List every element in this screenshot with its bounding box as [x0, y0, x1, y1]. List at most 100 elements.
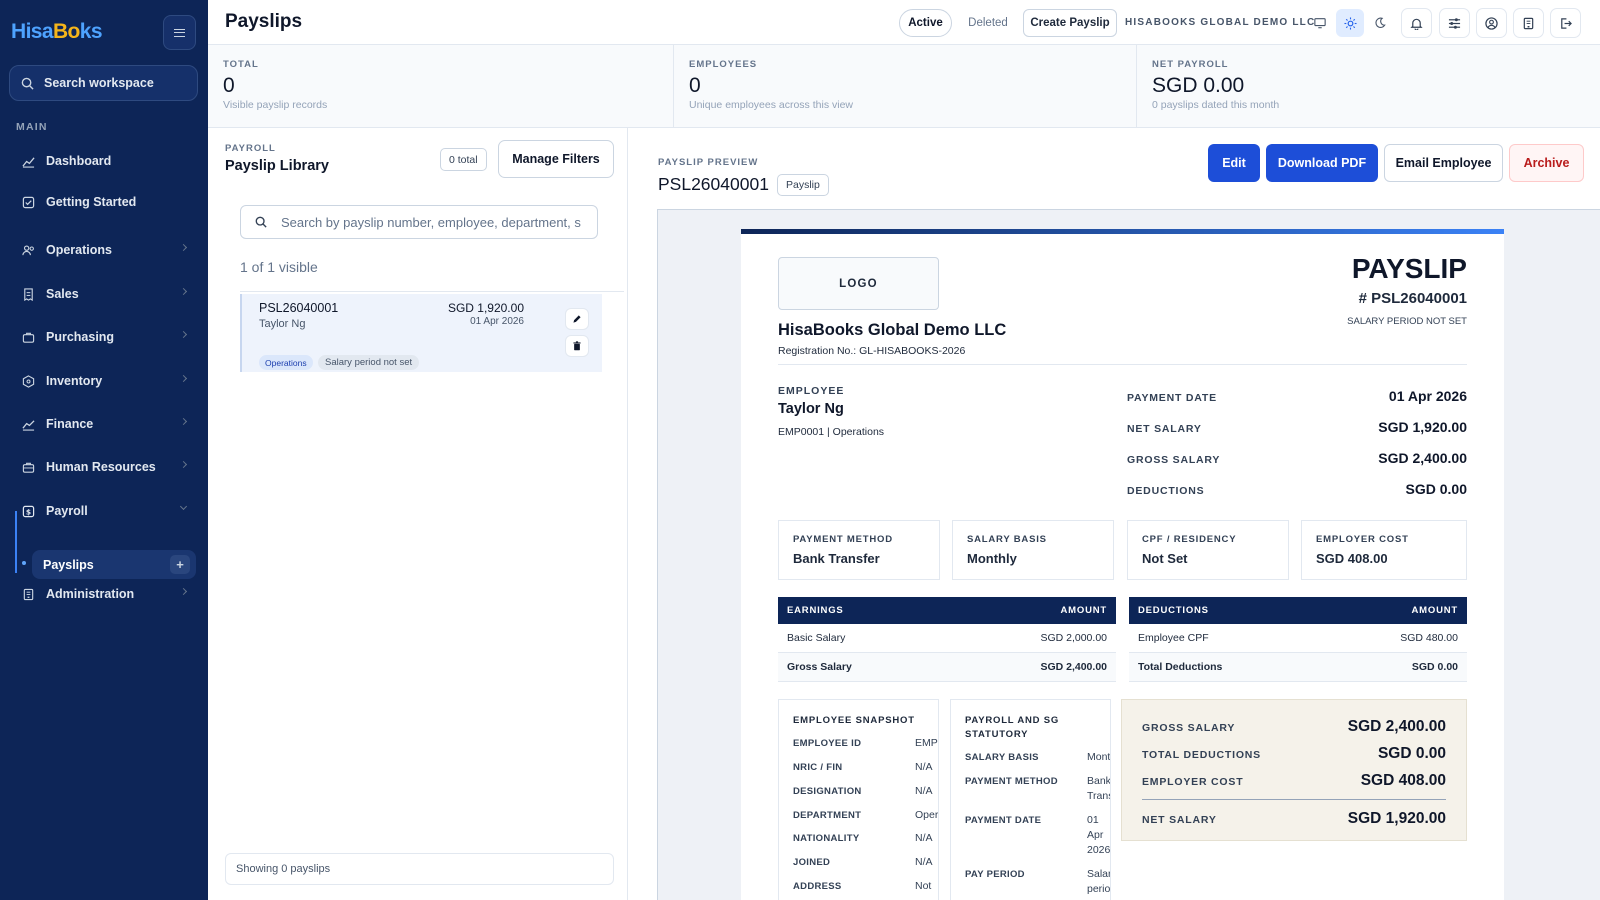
brand-logo[interactable]: HisaBoks	[11, 20, 103, 44]
notifications-button[interactable]	[1401, 8, 1432, 38]
workspace-search[interactable]: Search workspace	[9, 65, 198, 101]
row-value: SGD 0.00	[1405, 481, 1467, 497]
top-bar: Payslips Active Deleted Create Payslip H…	[208, 0, 1600, 45]
add-payslip-plus-button[interactable]: +	[170, 555, 190, 574]
download-pdf-button[interactable]: Download PDF	[1266, 144, 1378, 182]
stat-label: EMPLOYEES	[689, 59, 758, 70]
statutory-label: PAYMENT DATE	[965, 815, 1042, 826]
sidebar-item-inventory[interactable]: Inventory	[8, 364, 198, 398]
company-name: HISABOOKS GLOBAL DEMO LLC	[1125, 17, 1316, 28]
snapshot-value: Operations	[915, 809, 939, 821]
payslip-document: LOGO HisaBooks Global Demo LLC Registrat…	[741, 229, 1504, 900]
document-title: PAYSLIP	[1351, 253, 1467, 284]
archive-button[interactable]: Archive	[1509, 144, 1584, 182]
trash-icon	[573, 341, 581, 351]
briefcase-icon	[22, 462, 35, 473]
email-employee-button[interactable]: Email Employee	[1384, 144, 1503, 182]
preferences-button[interactable]	[1439, 8, 1470, 38]
employee-snapshot-card: EMPLOYEE SNAPSHOT EMPLOYEE ID EMP0001 NR…	[778, 699, 939, 900]
payslip-amount: SGD 1,920.00	[447, 301, 524, 315]
statutory-value: Bank Transfer	[1087, 775, 1111, 802]
list-divider	[240, 291, 624, 292]
box-label: PAYMENT METHOD	[793, 534, 893, 545]
chevron-right-icon	[179, 287, 188, 296]
logout-icon	[1561, 17, 1572, 29]
manage-filters-button[interactable]: Manage Filters	[498, 140, 614, 178]
sidebar-item-label: Purchasing	[46, 330, 115, 344]
create-payslip-button[interactable]: Create Payslip	[1023, 9, 1117, 37]
briefcase-icon	[22, 332, 35, 343]
sidebar-item-finance[interactable]: Finance	[8, 407, 198, 441]
sidebar-collapse-button[interactable]	[163, 15, 196, 50]
snapshot-label: NATIONALITY	[793, 833, 860, 844]
row-value: 01 Apr 2026	[1388, 388, 1467, 404]
card-title: EMPLOYEE SNAPSHOT	[793, 715, 915, 726]
stat-label: TOTAL	[223, 59, 259, 70]
search-icon	[255, 216, 267, 228]
payslip-preview-canvas[interactable]: LOGO HisaBooks Global Demo LLC Registrat…	[657, 209, 1600, 900]
logout-button[interactable]	[1550, 8, 1581, 38]
snapshot-value: Not	[915, 880, 932, 892]
summary-value: SGD 408.00	[1360, 772, 1446, 789]
summary-label: EMPLOYER COST	[1142, 776, 1244, 788]
filter-active-tab[interactable]: Active	[899, 9, 952, 37]
preview-type-badge: Payslip	[777, 174, 829, 196]
box-value: Bank Transfer	[793, 551, 880, 566]
salary-period-tag: Salary period not set	[318, 355, 420, 370]
row-label: PAYMENT DATE	[1127, 392, 1217, 404]
chart-line-icon	[22, 156, 35, 168]
snapshot-label: NRIC / FIN	[793, 762, 843, 773]
row-label: GROSS SALARY	[1127, 454, 1221, 466]
sidebar-item-payslips[interactable]: Payslips +	[32, 550, 196, 579]
sidebar-item-administration[interactable]: Administration	[8, 577, 198, 611]
summary-row: GROSS SALARY SGD 2,400.00	[1142, 718, 1446, 736]
filter-deleted-tab[interactable]: Deleted	[960, 9, 1016, 37]
theme-light-button[interactable]	[1336, 9, 1364, 37]
employee-label: EMPLOYEE	[778, 385, 845, 397]
summary-label: NET SALARY	[1142, 814, 1217, 826]
chevron-right-icon	[179, 374, 188, 383]
sidebar-item-purchasing[interactable]: Purchasing	[8, 320, 198, 354]
employee-code: EMP0001 | Operations	[778, 426, 885, 438]
pencil-icon	[573, 315, 581, 323]
svg-text:$: $	[26, 507, 31, 516]
sidebar-item-operations[interactable]: Operations	[8, 233, 198, 267]
stat-caption: 0 payslips dated this month	[1152, 99, 1280, 111]
edit-payslip-button[interactable]	[565, 308, 589, 330]
snapshot-label: DESIGNATION	[793, 786, 862, 797]
theme-dark-button[interactable]	[1366, 9, 1394, 37]
theme-system-button[interactable]	[1306, 9, 1334, 37]
profile-button[interactable]	[1476, 8, 1507, 38]
snapshot-value: N/A	[915, 856, 933, 868]
department-tag: Operations	[259, 355, 313, 370]
stat-value: SGD 0.00	[1152, 74, 1245, 97]
company-switch-button[interactable]	[1513, 8, 1544, 38]
visible-count: 1 of 1 visible	[240, 259, 318, 275]
sidebar-item-sales[interactable]: Sales	[8, 277, 198, 311]
employer-cost-box: EMPLOYER COST SGD 408.00	[1301, 520, 1467, 580]
row-label: Basic Salary	[787, 632, 846, 644]
chevron-right-icon	[179, 417, 188, 426]
payslip-list-item[interactable]: PSL26040001 Taylor Ng SGD 1,920.00 01 Ap…	[240, 294, 602, 372]
sidebar-item-dashboard[interactable]: Dashboard	[8, 144, 198, 178]
document-number: # PSL26040001	[1358, 290, 1467, 307]
table-row: Employee CPF SGD 480.00	[1129, 624, 1467, 653]
payslip-search-input[interactable]	[281, 214, 581, 230]
summary-row: EMPLOYER COST SGD 408.00	[1142, 772, 1446, 790]
snapshot-label: JOINED	[793, 857, 831, 868]
edit-button[interactable]: Edit	[1208, 144, 1260, 182]
statutory-value: 01 Apr 2026	[1087, 814, 1111, 856]
payment-date-row: PAYMENT DATE 01 Apr 2026	[1127, 388, 1467, 404]
sidebar-item-getting-started[interactable]: Getting Started	[8, 185, 198, 219]
snapshot-label: EMPLOYEE ID	[793, 738, 862, 749]
delete-payslip-button[interactable]	[565, 335, 589, 357]
sidebar-item-payroll[interactable]: $ Payroll	[8, 494, 198, 528]
stat-label: NET PAYROLL	[1152, 59, 1229, 70]
snapshot-label: ADDRESS	[793, 881, 842, 892]
stat-employees: EMPLOYEES 0 Unique employees across this…	[673, 45, 1136, 128]
sidebar-item-human-resources[interactable]: Human Resources	[8, 450, 198, 484]
summary-value: SGD 2,400.00	[1347, 718, 1446, 735]
snapshot-label: DEPARTMENT	[793, 810, 862, 821]
sun-icon	[1343, 16, 1357, 30]
payslip-library-panel: PAYROLL Payslip Library 0 total Manage F…	[208, 128, 628, 900]
